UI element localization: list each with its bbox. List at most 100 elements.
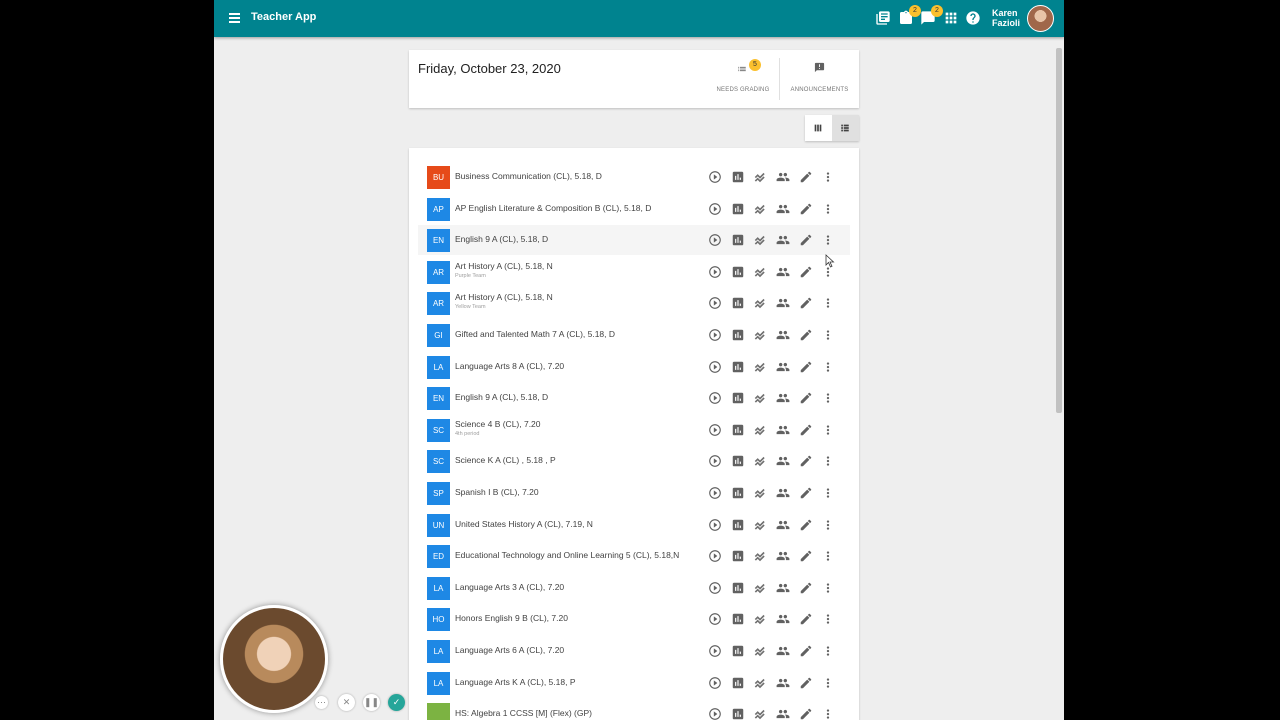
more-vert-icon[interactable] xyxy=(821,296,835,310)
more-vert-icon[interactable] xyxy=(821,549,835,563)
trending-icon[interactable] xyxy=(753,296,767,310)
trending-icon[interactable] xyxy=(753,612,767,626)
play-icon[interactable] xyxy=(708,707,722,720)
more-vert-icon[interactable] xyxy=(821,486,835,500)
play-icon[interactable] xyxy=(708,644,722,658)
play-icon[interactable] xyxy=(708,486,722,500)
play-icon[interactable] xyxy=(708,265,722,279)
course-name[interactable]: Language Arts 8 A (CL), 7.20 xyxy=(455,361,564,371)
more-vert-icon[interactable] xyxy=(821,360,835,374)
play-icon[interactable] xyxy=(708,170,722,184)
course-name[interactable]: HS: Algebra 1 CCSS [M] (Flex) (GP) xyxy=(455,708,592,718)
more-vert-icon[interactable] xyxy=(821,454,835,468)
edit-icon[interactable] xyxy=(799,581,813,595)
course-name[interactable]: United States History A (CL), 7.19, N xyxy=(455,519,593,529)
course-row[interactable]: EN English 9 A (CL), 5.18, D xyxy=(418,225,850,256)
trending-icon[interactable] xyxy=(753,360,767,374)
pause-icon[interactable]: ❚❚ xyxy=(363,694,380,711)
scrollbar-thumb[interactable] xyxy=(1056,48,1062,413)
course-name[interactable]: Educational Technology and Online Learni… xyxy=(455,550,679,560)
bar-chart-icon[interactable] xyxy=(731,233,745,247)
people-icon[interactable] xyxy=(776,612,790,626)
bar-chart-icon[interactable] xyxy=(731,170,745,184)
people-icon[interactable] xyxy=(776,170,790,184)
people-icon[interactable] xyxy=(776,328,790,342)
play-icon[interactable] xyxy=(708,202,722,216)
people-icon[interactable] xyxy=(776,486,790,500)
messages-icon[interactable]: 2 xyxy=(920,5,943,26)
trending-icon[interactable] xyxy=(753,265,767,279)
edit-icon[interactable] xyxy=(799,391,813,405)
course-row[interactable]: HO Honors English 9 B (CL), 7.20 xyxy=(418,604,850,634)
edit-icon[interactable] xyxy=(799,233,813,247)
play-icon[interactable] xyxy=(708,518,722,532)
people-icon[interactable] xyxy=(776,265,790,279)
bar-chart-icon[interactable] xyxy=(731,391,745,405)
edit-icon[interactable] xyxy=(799,707,813,720)
announcements-button[interactable]: ANNOUNCEMENTS xyxy=(779,58,859,100)
course-row[interactable]: SC Science K A (CL) , 5.18 , P xyxy=(418,446,850,476)
bar-chart-icon[interactable] xyxy=(731,423,745,437)
trending-icon[interactable] xyxy=(753,549,767,563)
edit-icon[interactable] xyxy=(799,549,813,563)
course-row[interactable]: AR Art History A (CL), 5.18, N Purple Team xyxy=(418,257,850,287)
trending-icon[interactable] xyxy=(753,423,767,437)
people-icon[interactable] xyxy=(776,644,790,658)
course-row[interactable]: UN United States History A (CL), 7.19, N xyxy=(418,510,850,540)
more-options-icon[interactable]: ⋯ xyxy=(315,696,328,709)
edit-icon[interactable] xyxy=(799,328,813,342)
people-icon[interactable] xyxy=(776,233,790,247)
more-vert-icon[interactable] xyxy=(821,612,835,626)
scrollbar[interactable] xyxy=(1056,40,1062,720)
edit-icon[interactable] xyxy=(799,265,813,279)
course-name[interactable]: Gifted and Talented Math 7 A (CL), 5.18,… xyxy=(455,329,615,339)
cancel-recording-icon[interactable]: ✕ xyxy=(338,694,355,711)
play-icon[interactable] xyxy=(708,233,722,247)
bar-chart-icon[interactable] xyxy=(731,612,745,626)
course-name[interactable]: English 9 A (CL), 5.18, D xyxy=(455,234,548,244)
people-icon[interactable] xyxy=(776,581,790,595)
course-name[interactable]: Honors English 9 B (CL), 7.20 xyxy=(455,613,568,623)
more-vert-icon[interactable] xyxy=(821,707,835,720)
course-name[interactable]: Science K A (CL) , 5.18 , P xyxy=(455,455,556,465)
course-row[interactable]: LA Language Arts 6 A (CL), 7.20 xyxy=(418,636,850,666)
play-icon[interactable] xyxy=(708,612,722,626)
edit-icon[interactable] xyxy=(799,423,813,437)
people-icon[interactable] xyxy=(776,391,790,405)
play-icon[interactable] xyxy=(708,296,722,310)
more-vert-icon[interactable] xyxy=(821,328,835,342)
course-name[interactable]: Language Arts 3 A (CL), 7.20 xyxy=(455,582,564,592)
trending-icon[interactable] xyxy=(753,233,767,247)
play-icon[interactable] xyxy=(708,454,722,468)
course-row[interactable]: AR Art History A (CL), 5.18, N Yellow Team xyxy=(418,288,850,318)
more-vert-icon[interactable] xyxy=(821,644,835,658)
course-row[interactable]: LA Language Arts K A (CL), 5.18, P xyxy=(418,668,850,698)
course-name[interactable]: Spanish I B (CL), 7.20 xyxy=(455,487,539,497)
bar-chart-icon[interactable] xyxy=(731,454,745,468)
course-row[interactable]: EN English 9 A (CL), 5.18, D xyxy=(418,383,850,413)
bar-chart-icon[interactable] xyxy=(731,581,745,595)
library-icon[interactable] xyxy=(875,10,891,26)
bar-chart-icon[interactable] xyxy=(731,707,745,720)
play-icon[interactable] xyxy=(708,549,722,563)
trending-icon[interactable] xyxy=(753,644,767,658)
edit-icon[interactable] xyxy=(799,644,813,658)
edit-icon[interactable] xyxy=(799,612,813,626)
menu-icon[interactable] xyxy=(226,9,244,27)
help-icon[interactable] xyxy=(965,10,981,26)
user-name[interactable]: Karen Fazioli xyxy=(992,8,1020,28)
apps-grid-icon[interactable] xyxy=(943,10,959,26)
trending-icon[interactable] xyxy=(753,202,767,216)
edit-icon[interactable] xyxy=(799,454,813,468)
course-row[interactable]: SP Spanish I B (CL), 7.20 xyxy=(418,478,850,508)
needs-grading-button[interactable]: 5 NEEDS GRADING xyxy=(709,50,777,108)
bar-chart-icon[interactable] xyxy=(731,296,745,310)
course-row[interactable]: BU Business Communication (CL), 5.18, D xyxy=(418,162,850,192)
edit-icon[interactable] xyxy=(799,676,813,690)
play-icon[interactable] xyxy=(708,360,722,374)
edit-icon[interactable] xyxy=(799,296,813,310)
course-row[interactable]: LA Language Arts 8 A (CL), 7.20 xyxy=(418,352,850,382)
people-icon[interactable] xyxy=(776,518,790,532)
course-name[interactable]: Language Arts 6 A (CL), 7.20 xyxy=(455,645,564,655)
course-row[interactable]: ED Educational Technology and Online Lear… xyxy=(418,541,850,571)
